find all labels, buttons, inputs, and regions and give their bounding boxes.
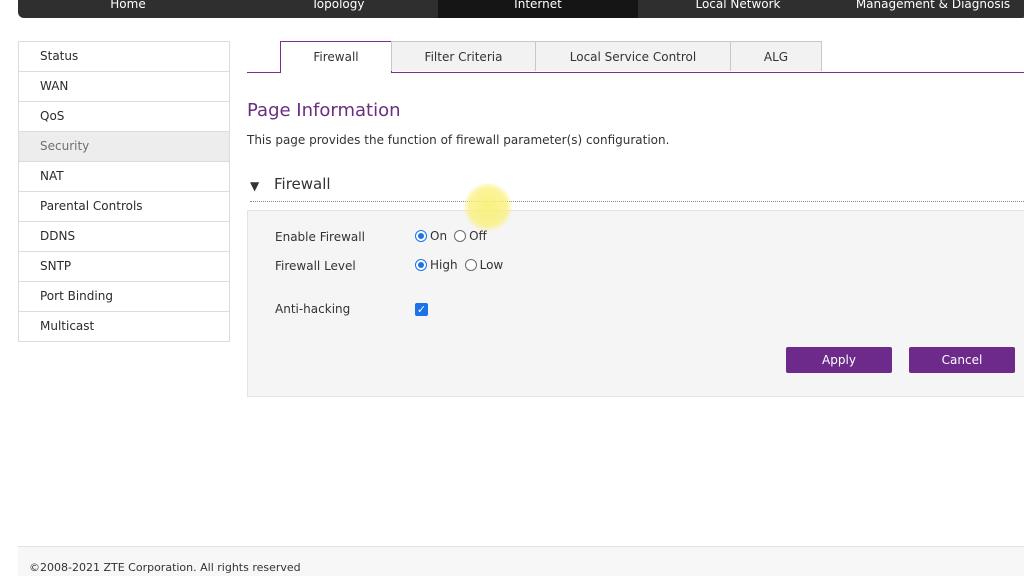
sidebar-item-security[interactable]: Security <box>19 132 229 162</box>
top-tab-internet[interactable]: Internet <box>438 0 638 18</box>
sidebar-item-ddns[interactable]: DDNS <box>19 222 229 252</box>
firewall-level-high-radio[interactable] <box>415 259 427 271</box>
sidebar-item-status[interactable]: Status <box>19 42 229 72</box>
enable-firewall-on-radio[interactable] <box>415 230 427 242</box>
cursor-highlight <box>464 183 512 231</box>
enable-firewall-label: Enable Firewall <box>275 230 365 244</box>
apply-button[interactable]: Apply <box>786 347 892 373</box>
enable-firewall-on-label[interactable]: On <box>430 229 447 243</box>
firewall-level-radio-group: High Low <box>415 258 510 272</box>
section-title: Firewall <box>274 175 331 193</box>
top-tab-home[interactable]: Home <box>18 0 238 18</box>
subtab-bar: Firewall Filter Criteria Local Service C… <box>247 41 1024 73</box>
top-tab-management-diagnosis[interactable]: Management & Diagnosis <box>838 0 1024 18</box>
top-tab-topology[interactable]: Topology <box>238 0 438 18</box>
page-title: Page Information <box>247 100 401 121</box>
firewall-level-low-label[interactable]: Low <box>480 258 504 272</box>
firewall-form: Enable Firewall On Off Firewall Level Hi… <box>247 210 1024 397</box>
tab-alg[interactable]: ALG <box>730 41 822 71</box>
cancel-button[interactable]: Cancel <box>909 347 1015 373</box>
top-nav: Home Topology Internet Local Network Man… <box>18 0 1024 18</box>
firewall-section-header[interactable]: ▼ Firewall <box>250 175 1024 202</box>
tab-firewall[interactable]: Firewall <box>280 41 392 73</box>
firewall-level-high-label[interactable]: High <box>430 258 458 272</box>
anti-hacking-checkbox[interactable]: ✓ <box>415 303 428 316</box>
sidebar-item-sntp[interactable]: SNTP <box>19 252 229 282</box>
triangle-down-icon[interactable]: ▼ <box>250 179 259 193</box>
copyright-text: ©2008-2021 ZTE Corporation. All rights r… <box>29 561 301 574</box>
anti-hacking-label: Anti-hacking <box>275 302 351 316</box>
sidebar-item-port-binding[interactable]: Port Binding <box>19 282 229 312</box>
page-description: This page provides the function of firew… <box>247 133 670 147</box>
sidebar-item-wan[interactable]: WAN <box>19 72 229 102</box>
sidebar-item-nat[interactable]: NAT <box>19 162 229 192</box>
sidebar-item-qos[interactable]: QoS <box>19 102 229 132</box>
sidebar-item-parental-controls[interactable]: Parental Controls <box>19 192 229 222</box>
enable-firewall-off-label[interactable]: Off <box>469 229 487 243</box>
firewall-level-label: Firewall Level <box>275 259 356 273</box>
router-admin-page: Home Topology Internet Local Network Man… <box>0 0 1024 576</box>
tab-filter-criteria[interactable]: Filter Criteria <box>391 41 536 71</box>
footer: ©2008-2021 ZTE Corporation. All rights r… <box>18 546 1024 576</box>
enable-firewall-radio-group: On Off <box>415 229 494 243</box>
sidebar-item-multicast[interactable]: Multicast <box>19 312 229 342</box>
top-tab-local-network[interactable]: Local Network <box>638 0 838 18</box>
firewall-level-low-radio[interactable] <box>464 259 477 271</box>
enable-firewall-off-radio[interactable] <box>454 230 467 242</box>
sidebar: Status WAN QoS Security NAT Parental Con… <box>18 41 230 342</box>
tab-local-service-control[interactable]: Local Service Control <box>535 41 731 71</box>
